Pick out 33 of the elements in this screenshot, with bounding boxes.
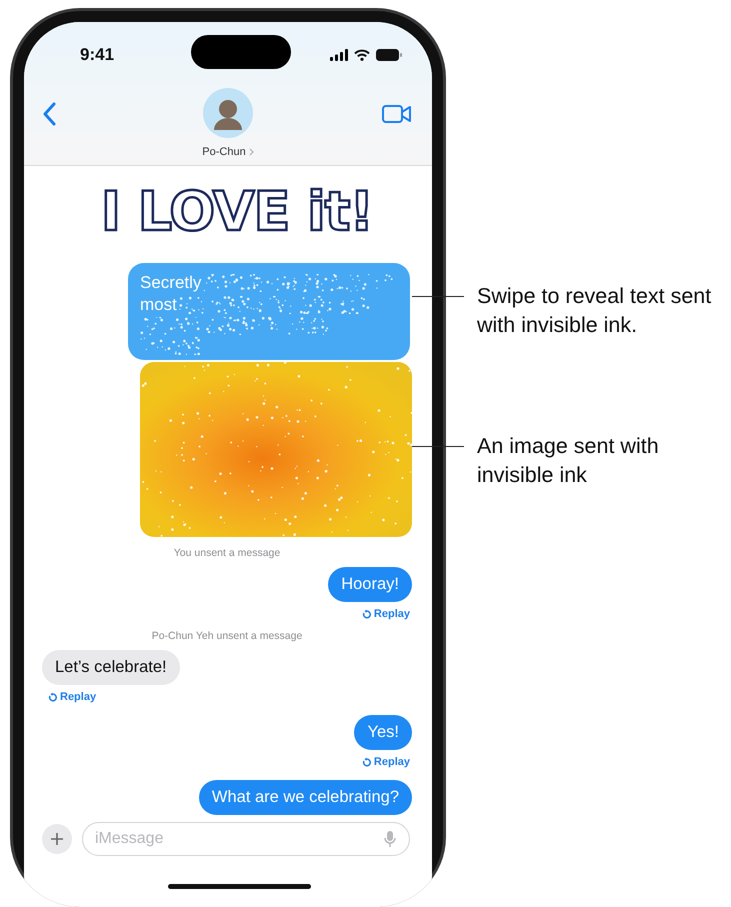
replay-link[interactable]: Replay bbox=[374, 756, 410, 768]
callout-text: An image sent with invisible ink bbox=[477, 433, 660, 489]
leader-line bbox=[412, 296, 464, 298]
plus-icon bbox=[50, 832, 64, 846]
status-notice: Po-Chun Yeh unsent a message bbox=[152, 630, 302, 642]
replay-icon bbox=[362, 609, 371, 619]
received-message: Let’s celebrate! bbox=[42, 650, 180, 685]
callout-text: Swipe to reveal text sent with invisible ink. bbox=[477, 283, 712, 339]
status-notice: You unsent a message bbox=[174, 547, 280, 559]
replay-link[interactable]: Replay bbox=[60, 691, 96, 703]
replay-icon bbox=[48, 692, 57, 702]
avatar-icon[interactable] bbox=[203, 88, 253, 138]
leader-line bbox=[412, 446, 464, 448]
sent-message: Hooray! bbox=[328, 567, 412, 602]
sent-message: What are we celebrating? bbox=[198, 780, 412, 815]
microphone-icon[interactable] bbox=[384, 830, 396, 848]
battery-icon bbox=[376, 49, 402, 61]
handwritten-message: I LOVE it! bbox=[100, 179, 374, 245]
chevron-icon bbox=[248, 148, 254, 156]
signal-icon bbox=[330, 49, 348, 61]
replay-link[interactable]: Replay bbox=[374, 608, 410, 620]
sent-message: Yes! bbox=[354, 715, 412, 750]
add-button[interactable] bbox=[42, 824, 72, 854]
ink-sparkle-drawing bbox=[140, 337, 200, 355]
replay-icon bbox=[362, 757, 371, 767]
message-text: most bbox=[140, 295, 177, 315]
back-icon[interactable] bbox=[42, 102, 56, 126]
contact-name[interactable]: Po-Chun bbox=[202, 146, 246, 158]
status-time: 9:41 bbox=[80, 45, 116, 65]
message-text: Secretly bbox=[140, 273, 202, 293]
video-camera-icon[interactable] bbox=[382, 104, 412, 124]
wifi-icon bbox=[354, 49, 370, 61]
message-field[interactable]: iMessage bbox=[82, 822, 410, 856]
